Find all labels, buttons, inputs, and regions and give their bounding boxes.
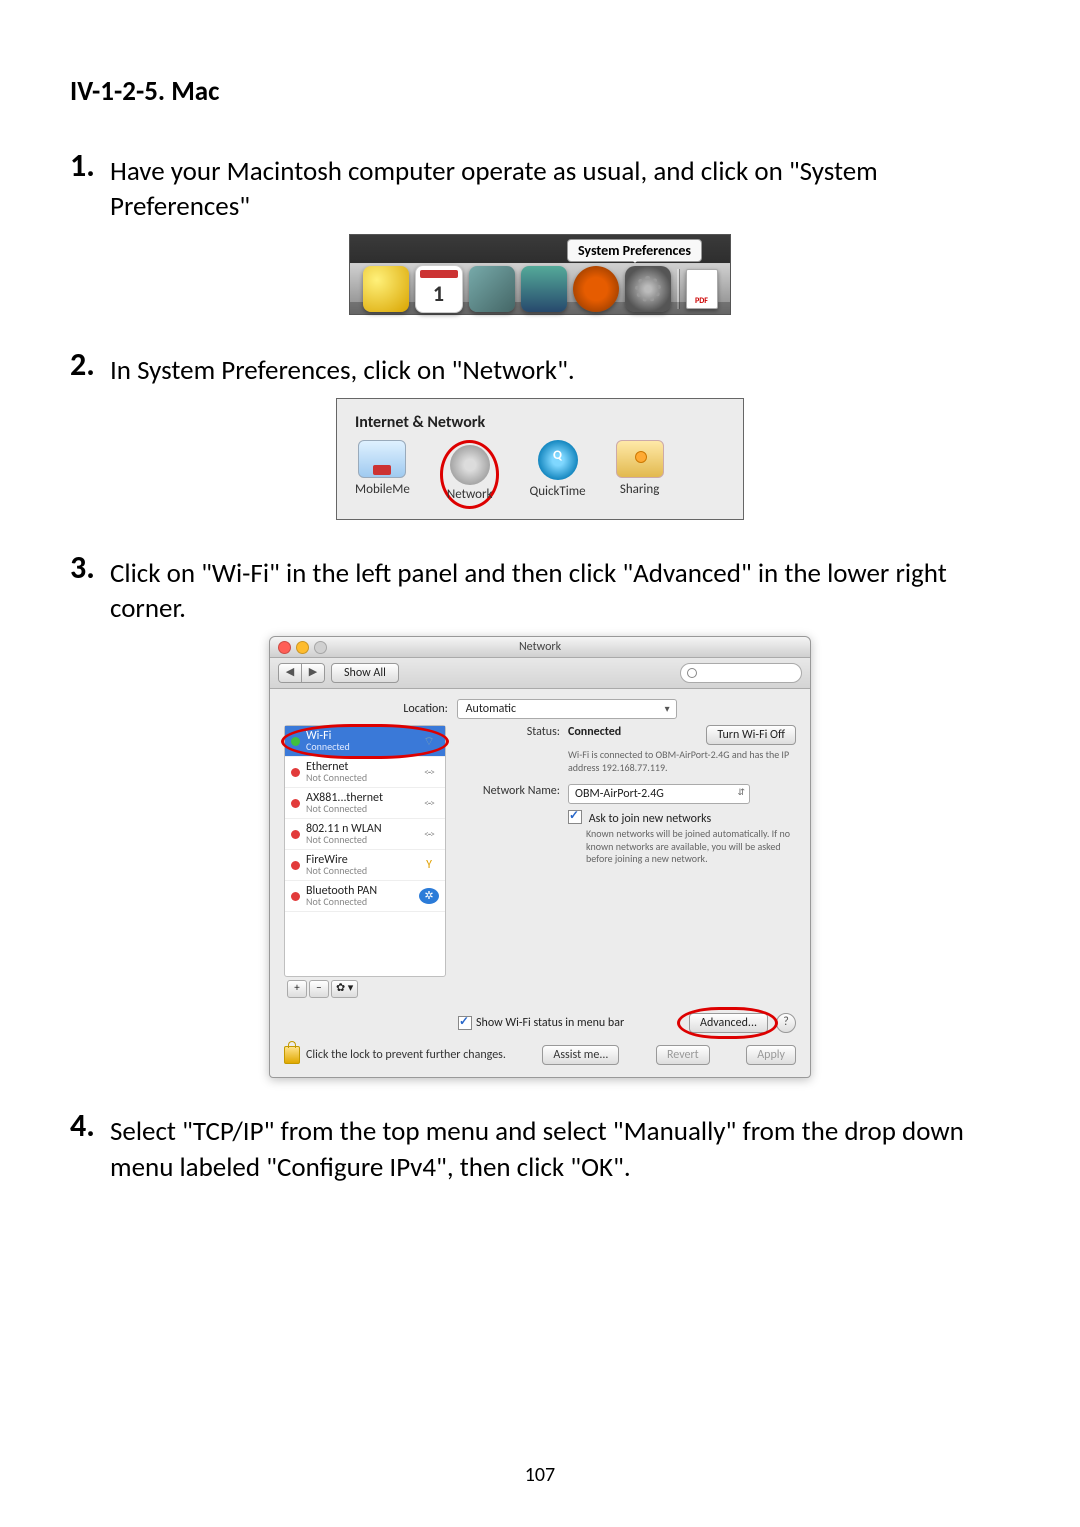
lock-icon[interactable] xyxy=(284,1046,300,1064)
step2-text: In System Preferences, click on "Network… xyxy=(110,347,1010,388)
dock-mail-icon xyxy=(363,266,409,312)
lock-text: Click the lock to prevent further change… xyxy=(306,1048,506,1062)
apply-button[interactable]: Apply xyxy=(746,1045,796,1065)
status-dot-green-icon xyxy=(291,737,300,746)
ask-to-join-checkbox[interactable] xyxy=(568,810,582,824)
mac-dock-figure: System Preferences xyxy=(349,234,731,315)
dock-timemachine-icon xyxy=(573,266,619,312)
assist-me-button[interactable]: Assist me... xyxy=(542,1045,619,1065)
service-sub: Not Connected xyxy=(306,866,413,876)
search-input[interactable] xyxy=(680,663,802,683)
service-sub: Connected xyxy=(306,742,413,752)
add-service-button[interactable]: + xyxy=(287,980,307,998)
ethernet-icon xyxy=(419,826,439,842)
service-item-80211n[interactable]: 802.11 n WLAN Not Connected xyxy=(285,819,445,850)
service-item-wifi[interactable]: Wi-Fi Connected ⌔ xyxy=(285,726,445,757)
status-dot-red-icon xyxy=(291,799,300,808)
dock-app-icon xyxy=(521,266,567,312)
step3-number: 3. xyxy=(70,550,110,626)
window-titlebar: Network xyxy=(270,637,810,658)
step1-text: Have your Macintosh computer operate as … xyxy=(110,148,1010,224)
mobileme-icon xyxy=(358,440,406,478)
step4-text: Select "TCP/IP" from the top menu and se… xyxy=(110,1108,1010,1184)
zoom-icon[interactable] xyxy=(314,641,327,654)
turn-wifi-off-button[interactable]: Turn Wi-Fi Off xyxy=(706,725,796,745)
quicktime-label: QuickTime xyxy=(529,484,585,499)
internet-network-panel: Internet & Network MobileMe Network xyxy=(336,398,744,520)
toolbar: ◀▶ Show All xyxy=(270,658,810,689)
minimize-icon[interactable] xyxy=(296,641,309,654)
quicktime-item: QuickTime xyxy=(529,440,585,509)
status-value: Connected xyxy=(568,725,621,739)
firewire-icon: Y xyxy=(419,857,439,873)
service-sub: Not Connected xyxy=(306,773,413,783)
mobileme-item: MobileMe xyxy=(355,440,410,509)
window-title: Network xyxy=(519,640,561,654)
service-sub: Not Connected xyxy=(306,804,413,814)
page-number: 107 xyxy=(0,1463,1080,1487)
ask-to-join-label: Ask to join new networks xyxy=(589,812,711,826)
sharing-icon xyxy=(616,440,664,478)
network-item-highlight: Network xyxy=(440,440,500,509)
status-desc: Wi-Fi is connected to OBM-AirPort-2.4G a… xyxy=(568,749,796,774)
location-label: Location: xyxy=(403,702,448,716)
detail-pane: Status: Connected Turn Wi-Fi Off Wi-Fi i… xyxy=(460,725,796,1001)
dock-photobooth-icon xyxy=(469,266,515,312)
service-sub: Not Connected xyxy=(306,835,413,845)
network-name-select[interactable]: OBM-AirPort-2.4G xyxy=(568,784,750,804)
sharing-item: Sharing xyxy=(616,440,664,509)
status-label: Status: xyxy=(460,725,568,739)
dock-system-preferences-icon xyxy=(625,266,671,312)
location-select[interactable]: Automatic xyxy=(457,699,677,719)
status-dot-red-icon xyxy=(291,892,300,901)
service-sub: Not Connected xyxy=(306,897,413,907)
dock-calendar-icon xyxy=(415,265,463,313)
network-item: Network xyxy=(447,445,493,502)
bluetooth-icon: ✲ xyxy=(419,888,439,904)
show-menubar-label: Show Wi-Fi status in menu bar xyxy=(476,1016,624,1030)
step2-number: 2. xyxy=(70,347,110,388)
show-all-button[interactable]: Show All xyxy=(331,663,399,683)
section-heading: IV-1-2-5. Mac xyxy=(70,75,1010,108)
step4-number: 4. xyxy=(70,1108,110,1184)
step1-number: 1. xyxy=(70,148,110,224)
advanced-button[interactable]: Advanced... xyxy=(689,1013,768,1033)
ethernet-icon xyxy=(419,764,439,780)
internet-network-title: Internet & Network xyxy=(355,413,725,432)
network-icon xyxy=(450,445,490,485)
show-menubar-checkbox[interactable] xyxy=(458,1016,472,1030)
dock-pdf-icon xyxy=(686,269,718,309)
nav-back-forward[interactable]: ◀▶ xyxy=(278,663,325,683)
sharing-label: Sharing xyxy=(620,482,660,497)
mobileme-label: MobileMe xyxy=(355,482,410,497)
service-actions-button[interactable]: ✿ ▾ xyxy=(331,980,358,998)
network-name-label: Network Name: xyxy=(460,784,568,798)
service-item-firewire[interactable]: FireWire Not Connected Y xyxy=(285,850,445,881)
help-button[interactable]: ? xyxy=(776,1013,796,1033)
ethernet-icon xyxy=(419,795,439,811)
network-label: Network xyxy=(447,487,493,502)
close-icon[interactable] xyxy=(278,641,291,654)
service-item-bluetooth-pan[interactable]: Bluetooth PAN Not Connected ✲ xyxy=(285,881,445,912)
network-prefs-window: Network ◀▶ Show All Location: Automatic xyxy=(269,636,811,1078)
ask-to-join-desc: Known networks will be joined automatica… xyxy=(586,828,796,866)
status-dot-red-icon xyxy=(291,861,300,870)
quicktime-icon xyxy=(538,440,578,480)
revert-button[interactable]: Revert xyxy=(656,1045,710,1065)
dock-divider xyxy=(677,269,680,309)
service-item-ax881[interactable]: AX881...thernet Not Connected xyxy=(285,788,445,819)
status-dot-red-icon xyxy=(291,830,300,839)
wifi-icon: ⌔ xyxy=(419,733,439,749)
step3-text: Click on "Wi-Fi" in the left panel and t… xyxy=(110,550,1010,626)
remove-service-button[interactable]: − xyxy=(309,980,329,998)
dock-tooltip: System Preferences xyxy=(567,239,702,262)
status-dot-red-icon xyxy=(291,768,300,777)
service-item-ethernet[interactable]: Ethernet Not Connected xyxy=(285,757,445,788)
service-list[interactable]: Wi-Fi Connected ⌔ Ethernet xyxy=(284,725,446,977)
